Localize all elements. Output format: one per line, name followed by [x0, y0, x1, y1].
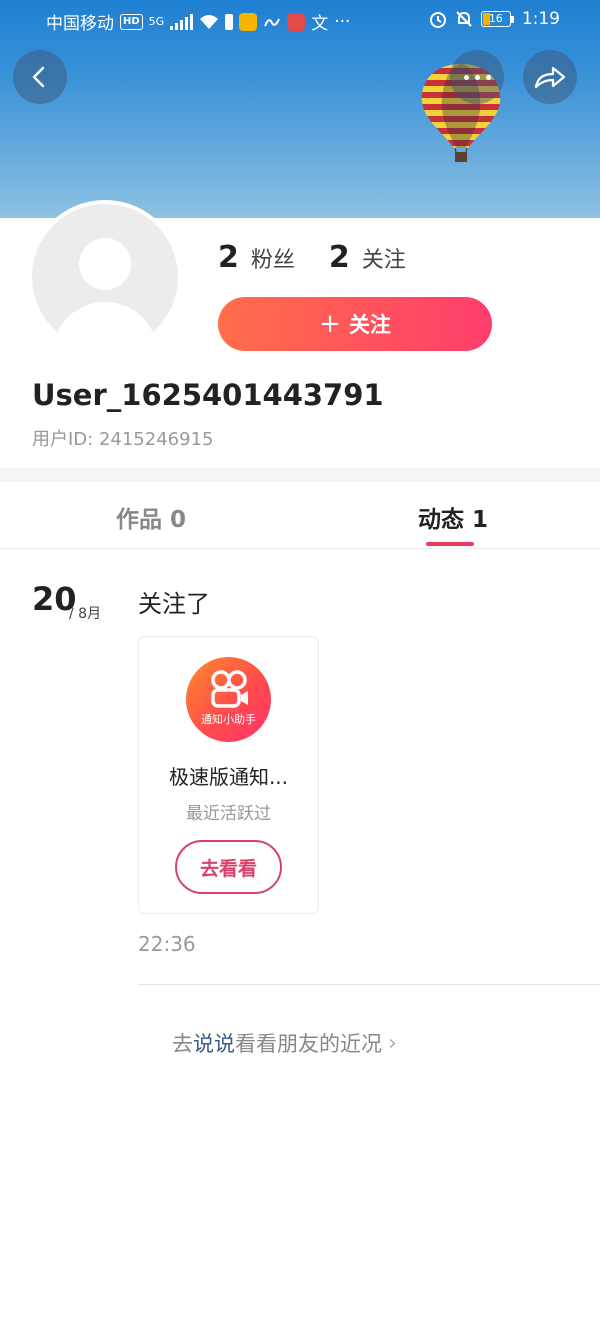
visit-button[interactable]: 去看看: [175, 840, 282, 894]
more-notifications-icon: ···: [334, 11, 351, 32]
active-tab-indicator: [426, 542, 474, 546]
feed-date-month: / 8月: [69, 606, 102, 622]
alarm-icon: [429, 12, 446, 28]
back-button[interactable]: [13, 50, 67, 104]
link-prefix: 去: [172, 1032, 193, 1056]
notification-helper-logo-icon: 通知小助手: [186, 657, 271, 742]
followers-label[interactable]: 粉丝: [251, 242, 295, 274]
link-highlight: 说说: [193, 1032, 235, 1056]
tab-works[interactable]: 作品 0: [116, 500, 186, 534]
feed-action-text: 关注了: [138, 590, 210, 618]
battery-icon: 16: [480, 11, 514, 27]
following-label[interactable]: 关注: [362, 242, 406, 274]
feed-divider: [138, 984, 600, 985]
signal-icon: [170, 13, 194, 30]
tab-divider: [0, 548, 600, 549]
red-app-icon: [287, 12, 306, 31]
mute-bell-icon: [456, 11, 472, 27]
chevron-right-icon: ›: [388, 1030, 397, 1056]
clock-time: 1:19: [521, 9, 560, 29]
carrier-label: 中国移动: [46, 14, 114, 34]
following-count[interactable]: 2: [329, 240, 350, 275]
post-status-link[interactable]: 去 说说 看看朋友的近况 ›: [172, 1028, 397, 1058]
wifi-icon: [200, 14, 219, 29]
network-label: 5G: [148, 15, 165, 28]
card-subtitle: 最近活跃过: [186, 804, 271, 824]
share-button[interactable]: [523, 50, 577, 104]
avatar[interactable]: [28, 200, 182, 354]
translate-app-icon: 文: [311, 14, 329, 34]
feed-time: 22:36: [138, 932, 196, 956]
card-title: 极速版通知...: [168, 765, 289, 789]
more-button[interactable]: [450, 50, 504, 104]
tab-feed[interactable]: 动态 1: [418, 500, 488, 534]
battery-level: 16: [488, 12, 503, 25]
weibo-app-icon: [239, 12, 258, 31]
status-bar: 中国移动 HD 5G 文 ··· 16 1:19: [0, 0, 600, 40]
alert-icon: [225, 13, 234, 30]
back-arrow-icon: [32, 66, 45, 88]
default-avatar-icon: [32, 204, 178, 350]
section-divider: [0, 468, 600, 482]
profile-stats: 2 粉丝 2 关注: [218, 240, 406, 275]
follow-button[interactable]: + 关注: [218, 297, 492, 351]
more-dots-icon: [463, 74, 491, 80]
share-arrow-icon: [534, 66, 566, 89]
script-app-icon: [264, 18, 281, 26]
followed-account-card[interactable]: 通知小助手 极速版通知... 最近活跃过 去看看: [138, 636, 319, 914]
username: User_1625401443791: [32, 378, 384, 412]
plus-icon: +: [319, 309, 341, 339]
hd-badge: HD: [120, 13, 143, 30]
followers-count[interactable]: 2: [218, 240, 239, 275]
logo-caption: 通知小助手: [201, 713, 256, 726]
user-id: 用户ID: 2415246915: [32, 429, 214, 450]
profile-banner: 中国移动 HD 5G 文 ··· 16 1:19: [0, 0, 600, 218]
link-suffix: 看看朋友的近况: [235, 1032, 382, 1056]
follow-button-label: 关注: [348, 313, 391, 337]
